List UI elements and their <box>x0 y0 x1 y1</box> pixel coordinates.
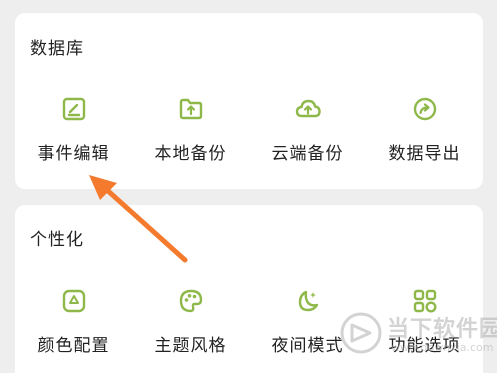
cloud-upload-icon <box>295 99 321 118</box>
recycle-icon <box>62 289 85 313</box>
folder-upload-icon <box>179 98 202 120</box>
event-edit-label: 事件编辑 <box>37 144 110 164</box>
theme-style-button[interactable]: 主题风格 <box>132 287 249 356</box>
watermark-text: 当下软件园 <box>387 317 497 342</box>
cloud-backup-button[interactable]: 云端备份 <box>249 95 366 164</box>
theme-style-label: 主题风格 <box>154 336 227 356</box>
settings-page: 数据库 事件编辑 本地备份 云端备份 数据导出 个性化 颜色配置 主题风格 夜间… <box>0 0 497 373</box>
moon-icon <box>298 290 318 312</box>
export-icon <box>413 97 436 121</box>
cloud-backup-label: 云端备份 <box>271 144 344 164</box>
watermark-url: www.downxia.com <box>391 341 494 354</box>
database-card: 数据库 事件编辑 本地备份 云端备份 数据导出 <box>15 13 483 189</box>
watermark-logo-icon <box>340 312 382 354</box>
site-watermark: 当下软件园 www.downxia.com <box>339 307 497 367</box>
color-config-label: 颜色配置 <box>37 336 110 356</box>
edit-icon <box>62 97 85 121</box>
personalization-section-title: 个性化 <box>30 230 84 250</box>
local-backup-button[interactable]: 本地备份 <box>132 95 249 164</box>
palette-icon <box>179 289 202 313</box>
data-export-button[interactable]: 数据导出 <box>366 95 483 164</box>
database-section-title: 数据库 <box>30 39 84 59</box>
event-edit-button[interactable]: 事件编辑 <box>15 95 132 164</box>
local-backup-label: 本地备份 <box>154 144 227 164</box>
color-config-button[interactable]: 颜色配置 <box>15 287 132 356</box>
data-export-label: 数据导出 <box>388 144 461 164</box>
